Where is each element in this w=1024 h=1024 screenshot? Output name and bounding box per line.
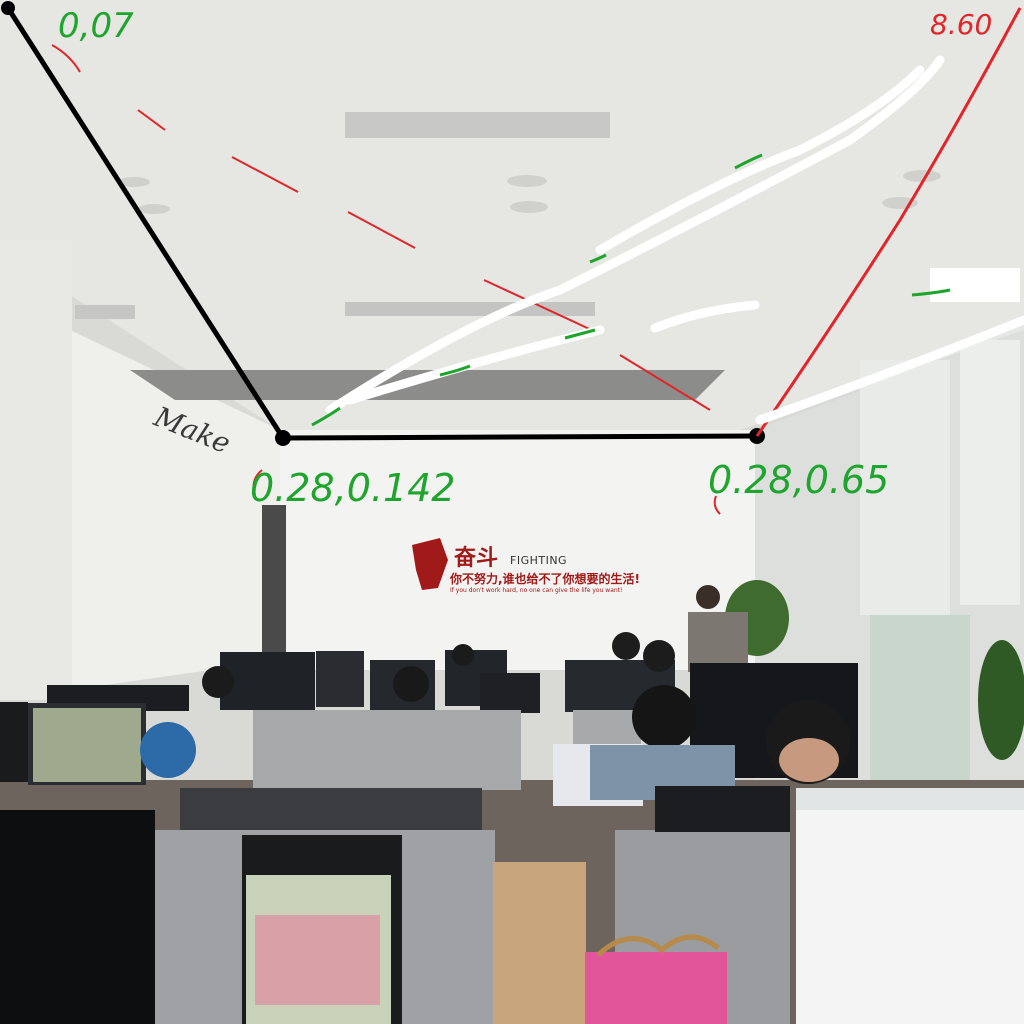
annotation-label-top-right: 8.60	[930, 8, 993, 41]
annotation-label-mid-left: 0.28,0.142	[250, 466, 456, 510]
annotation-label-top-left: 0,07	[58, 6, 134, 46]
annotation-label-mid-right: 0.28,0.65	[708, 458, 890, 502]
monitor-back	[253, 710, 521, 790]
slogan-line-cn: 你不努力,谁也给不了你想要的生活!	[450, 572, 641, 586]
person-head	[202, 666, 234, 698]
person-head	[612, 632, 640, 660]
potted-plant	[978, 640, 1024, 760]
slogan-word: FIGHTING	[510, 554, 568, 567]
slogan-title: 奋斗	[454, 546, 499, 571]
office-photo	[0, 0, 1024, 1024]
person-head	[643, 640, 675, 672]
cardboard-box	[493, 862, 586, 1024]
ceiling-light	[138, 204, 170, 214]
window-blind	[960, 340, 1020, 605]
monitor-back	[0, 810, 155, 1024]
slogan-line-en: If you don't work hard, no one can give …	[450, 587, 623, 594]
monitor-back	[573, 710, 641, 746]
doorway	[262, 505, 286, 665]
person-face	[779, 738, 839, 782]
monitor	[220, 652, 315, 710]
monitor	[0, 702, 28, 782]
monitor-screen-document	[796, 788, 1024, 1024]
monitor-screen-header	[796, 788, 1024, 810]
black-annotation-line	[282, 433, 758, 441]
window-glass	[870, 615, 970, 785]
person-head	[696, 585, 720, 609]
monitor	[316, 651, 364, 707]
left-column	[0, 240, 72, 700]
ceiling-light	[507, 175, 547, 187]
ceiling-vent	[75, 305, 135, 319]
white-annotation-blob	[930, 268, 1020, 302]
pink-handbag	[585, 952, 727, 1024]
monitor	[480, 673, 540, 713]
shopping-bag-print	[255, 915, 380, 1005]
black-annotation-point	[275, 430, 291, 446]
ceiling-vent	[345, 112, 610, 138]
globe	[140, 722, 196, 778]
monitor-back	[180, 788, 482, 830]
person-head	[632, 685, 696, 749]
monitor-back	[655, 786, 790, 832]
black-annotation-point	[1, 1, 15, 15]
monitor-screen-map	[33, 708, 141, 782]
person-head	[452, 644, 474, 666]
person-head	[393, 666, 429, 702]
ceiling-light	[510, 201, 548, 213]
wall-slogan: 奋斗 FIGHTING 你不努力,谁也给不了你想要的生活! If you don…	[410, 536, 650, 596]
